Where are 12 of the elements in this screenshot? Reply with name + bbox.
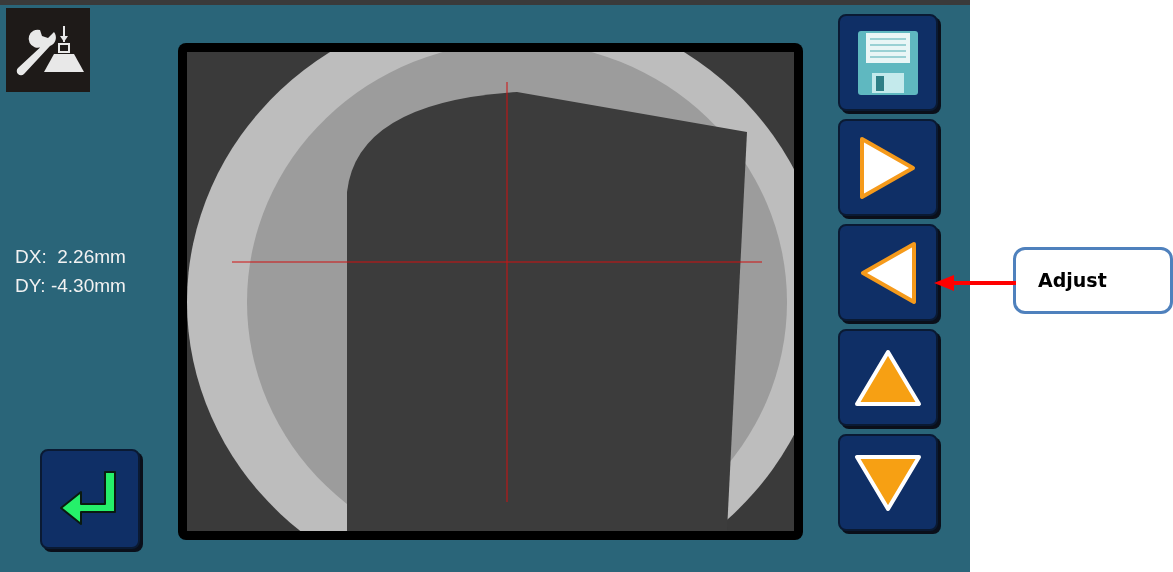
- down-triangle-icon: [853, 452, 923, 513]
- side-button[interactable]: [838, 119, 938, 216]
- side-button[interactable]: [838, 329, 938, 426]
- tool-mode-icon: [6, 8, 90, 92]
- offset-readout: DY: -4.30mm: [15, 274, 127, 298]
- up-triangle-icon: [853, 347, 923, 408]
- side-button[interactable]: [838, 434, 938, 531]
- callout-label: Adjust: [1038, 268, 1107, 294]
- side-button[interactable]: [838, 224, 938, 321]
- offset-readout: DX: 2.26mm: [15, 245, 127, 269]
- side-button[interactable]: [838, 14, 938, 111]
- enter-button[interactable]: [40, 449, 140, 549]
